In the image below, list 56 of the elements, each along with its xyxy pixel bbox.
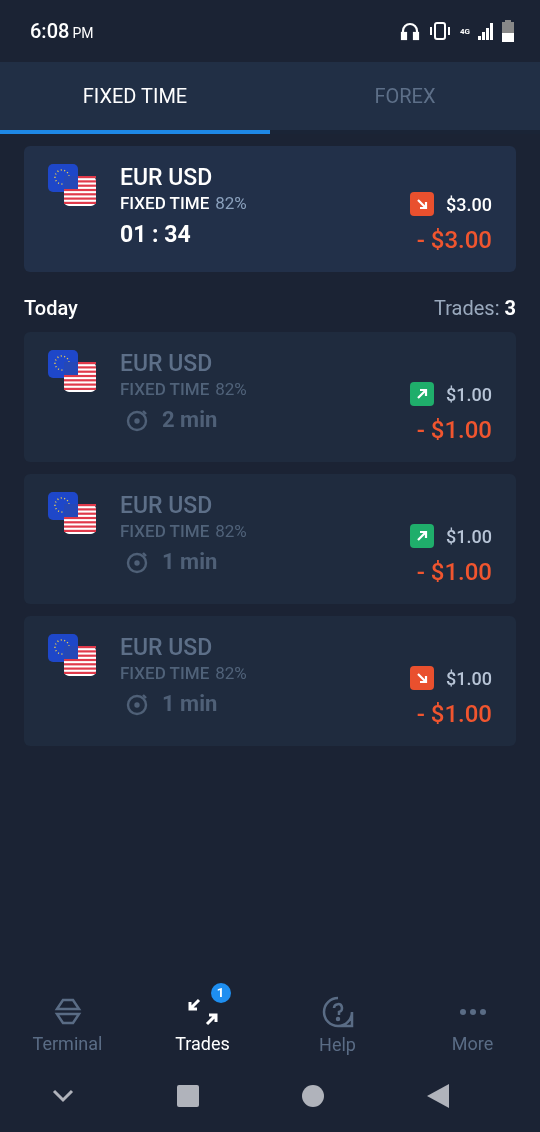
- trades-count-label: Trades:: [434, 296, 500, 320]
- payout-percent: 82%: [215, 521, 247, 541]
- trade-result: - $3.00: [416, 226, 492, 254]
- stopwatch-icon: [126, 691, 150, 716]
- trade-result: - $1.00: [416, 416, 492, 444]
- currency-pair: EUR USD: [120, 164, 214, 191]
- trade-mode: FIXED TIME: [120, 379, 210, 399]
- trade-duration: 1 min: [162, 691, 218, 716]
- more-icon: [458, 1008, 487, 1015]
- trade-card[interactable]: EUR USD FIXED TIME 82% 01 : 34 $3.00 - $3.00: [24, 146, 516, 272]
- clock-meridiem: PM: [72, 25, 94, 41]
- payout-percent: 82%: [215, 379, 247, 399]
- currency-pair: EUR USD: [120, 350, 214, 377]
- trade-mode: FIXED TIME: [120, 663, 210, 683]
- vibrate-icon: [427, 21, 452, 41]
- trade-amount: $1.00: [446, 525, 492, 547]
- trade-card[interactable]: EUR USD FIXED TIME 82% 2 min $1.00 - $1.00: [24, 332, 516, 462]
- chevron-down-icon[interactable]: [51, 1089, 74, 1103]
- countdown-timer: 01 : 34: [120, 221, 192, 248]
- layers-icon: [53, 996, 82, 1027]
- trade-duration: 2 min: [162, 407, 218, 432]
- currency-pair: EUR USD: [120, 492, 214, 519]
- recents-button[interactable]: [176, 1085, 199, 1107]
- trade-amount: $1.00: [446, 383, 492, 405]
- notification-badge: 1: [210, 982, 231, 1003]
- currency-flags-icon: [48, 350, 96, 392]
- network-type: 4G: [459, 26, 470, 36]
- battery-icon: [502, 20, 514, 42]
- home-button[interactable]: [301, 1085, 324, 1107]
- headphones-icon: [399, 21, 420, 41]
- tab[interactable]: FIXED TIME: [0, 62, 270, 134]
- currency-flags-icon: [48, 492, 96, 534]
- currency-pair: EUR USD: [120, 634, 214, 661]
- trade-mode: FIXED TIME: [120, 521, 210, 541]
- currency-flags-icon: [48, 164, 96, 206]
- nav-tab[interactable]: 1 Trades: [135, 980, 270, 1054]
- trade-result: - $1.00: [416, 700, 492, 728]
- stopwatch-icon: [126, 549, 150, 574]
- section-title: Today: [24, 296, 78, 320]
- trade-mode: FIXED TIME: [120, 193, 210, 213]
- help-icon: [321, 995, 354, 1028]
- trade-card[interactable]: EUR USD FIXED TIME 82% 1 min $1.00 - $1.00: [24, 616, 516, 746]
- back-button[interactable]: [426, 1084, 449, 1108]
- trade-duration: 1 min: [162, 549, 218, 574]
- arrows-icon: [186, 996, 219, 1027]
- trade-card[interactable]: EUR USD FIXED TIME 82% 1 min $1.00 - $1.00: [24, 474, 516, 604]
- signal-icon: [478, 22, 494, 40]
- trade-amount: $3.00: [446, 193, 492, 215]
- clock-time: 6:08: [30, 19, 70, 43]
- trade-result: - $1.00: [416, 558, 492, 586]
- trades-count: 3: [504, 296, 516, 320]
- trade-amount: $1.00: [446, 667, 492, 689]
- currency-flags-icon: [48, 634, 96, 676]
- payout-percent: 82%: [215, 193, 247, 213]
- stopwatch-icon: [126, 407, 150, 432]
- payout-percent: 82%: [215, 663, 247, 683]
